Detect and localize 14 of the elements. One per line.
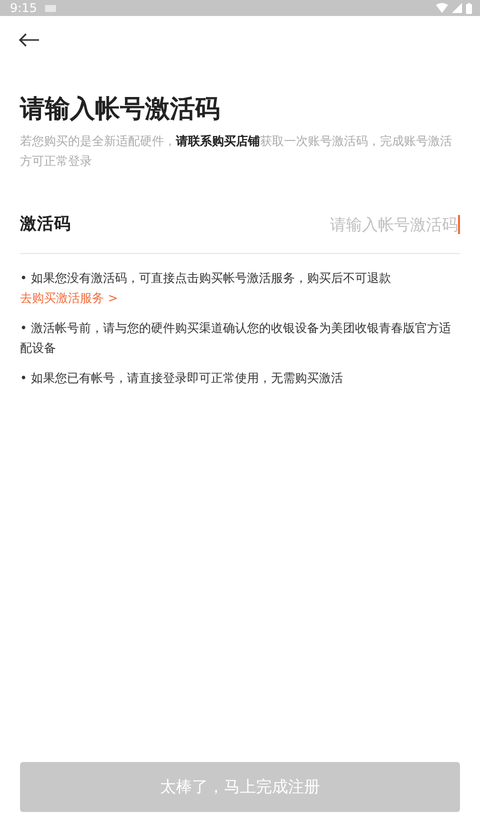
note-text: • 激活帐号前，请与您的硬件购买渠道确认您的收银设备为美团收银青春版官方适配设备 — [20, 320, 452, 357]
field-label: 激活码 — [20, 213, 71, 235]
page-title: 请输入帐号激活码 — [20, 93, 221, 125]
wifi-icon — [436, 3, 448, 13]
note-text: • 如果您没有激活码，可直接点击购买帐号激活服务，购买后不可退款 去购买激活服务 > — [20, 270, 392, 307]
battery-icon — [466, 2, 472, 14]
description-text: 若您购买的是全新适配硬件，请联系购买店铺获取一次账号激活码，完成账号激活方可正常登录 — [20, 133, 453, 170]
note-text: • 如果您已有帐号，请直接登录即可正常使用，无需购买激活 — [20, 370, 344, 387]
activation-code-input[interactable]: 请输入帐号激活码 — [71, 214, 460, 234]
buy-service-link[interactable]: 去购买激活服务 > — [20, 291, 118, 305]
back-arrow-icon[interactable] — [18, 32, 40, 48]
status-time: 9:15 — [10, 1, 37, 15]
signal-icon — [452, 3, 462, 13]
keyboard-icon — [44, 4, 56, 12]
